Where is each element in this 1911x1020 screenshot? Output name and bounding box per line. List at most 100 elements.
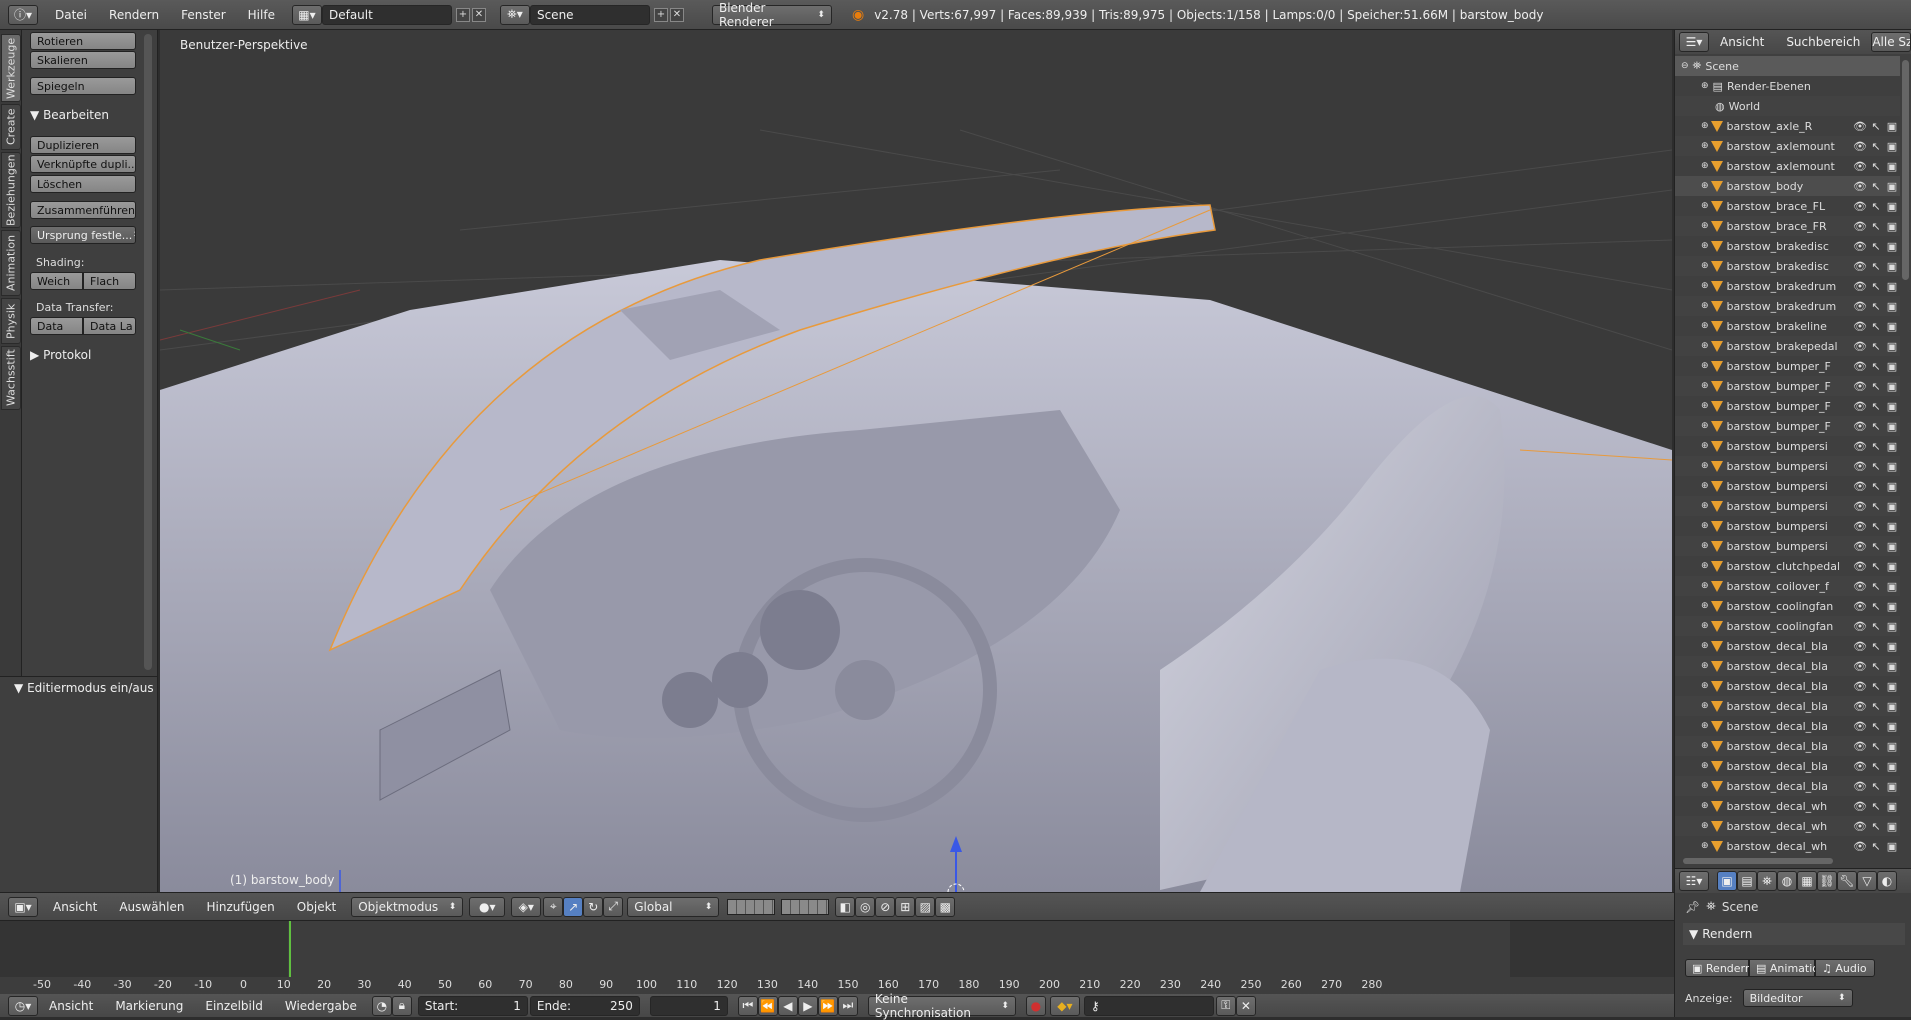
visibility-eye-icon[interactable]: 👁︎ [1852, 120, 1868, 133]
render-camera-icon[interactable]: ▣ [1884, 560, 1900, 573]
outliner-editor-icon[interactable]: ☰▾ [1679, 32, 1709, 52]
expand-icon[interactable]: ⊕ [1701, 221, 1709, 231]
expand-icon[interactable]: ⊕ [1701, 601, 1709, 611]
expand-icon[interactable]: ⊕ [1701, 561, 1709, 571]
outliner-scrollbar[interactable] [1902, 60, 1909, 280]
render-camera-icon[interactable]: ▣ [1884, 140, 1900, 153]
selectability-cursor-icon[interactable]: ↖ [1868, 800, 1884, 813]
outliner-object-row[interactable]: ⊕ barstow_decal_bla 👁︎ ↖ ▣ [1675, 676, 1900, 696]
translate-manipulator-icon[interactable]: ↗ [563, 896, 584, 917]
jump-end-icon[interactable]: ⏭ [837, 995, 858, 1016]
render-camera-icon[interactable]: ▣ [1884, 680, 1900, 693]
visibility-eye-icon[interactable]: 👁︎ [1852, 380, 1868, 393]
outliner-object-row[interactable]: ⊕ barstow_decal_wh 👁︎ ↖ ▣ [1675, 796, 1900, 816]
scale-manipulator-icon[interactable]: ⤢ [603, 896, 624, 917]
pivot-select[interactable]: ◈▾ [511, 896, 542, 917]
outliner-object-row[interactable]: ⊕ barstow_decal_bla 👁︎ ↖ ▣ [1675, 656, 1900, 676]
current-frame-field[interactable]: 1 [649, 995, 728, 1016]
delete-keyframe-icon[interactable]: ✕ [1235, 995, 1256, 1016]
visibility-eye-icon[interactable]: 👁︎ [1852, 700, 1868, 713]
visibility-eye-icon[interactable]: 👁︎ [1852, 240, 1868, 253]
expand-icon[interactable]: ⊕ [1701, 341, 1709, 351]
visibility-eye-icon[interactable]: 👁︎ [1852, 320, 1868, 333]
render-camera-icon[interactable]: ▣ [1884, 420, 1900, 433]
data-context-icon[interactable]: ▽ [1857, 871, 1877, 891]
outliner-hscrollbar[interactable] [1683, 858, 1833, 864]
pin-icon[interactable]: 📌︎ [1685, 900, 1700, 914]
visibility-eye-icon[interactable]: 👁︎ [1852, 620, 1868, 633]
mirror-button[interactable]: Spiegeln [30, 77, 136, 95]
menu-select[interactable]: Auswählen [108, 900, 195, 914]
shading-flat-button[interactable]: Flach [83, 272, 136, 290]
delete-button[interactable]: Löschen [30, 175, 136, 193]
tab-wachsstift[interactable]: Wachsstift [1, 346, 21, 410]
selectability-cursor-icon[interactable]: ↖ [1868, 640, 1884, 653]
material-context-icon[interactable]: ◐ [1877, 871, 1897, 891]
snap-element-icon[interactable]: ⊞ [895, 896, 916, 917]
outliner-object-row[interactable]: ⊕ barstow_bumper_F 👁︎ ↖ ▣ [1675, 416, 1900, 436]
selectability-cursor-icon[interactable]: ↖ [1868, 660, 1884, 673]
visibility-eye-icon[interactable]: 👁︎ [1852, 260, 1868, 273]
selectability-cursor-icon[interactable]: ↖ [1868, 400, 1884, 413]
visibility-eye-icon[interactable]: 👁︎ [1852, 500, 1868, 513]
expand-icon[interactable]: ⊕ [1701, 481, 1709, 491]
visibility-eye-icon[interactable]: 👁︎ [1852, 360, 1868, 373]
menu-object[interactable]: Objekt [286, 900, 347, 914]
selectability-cursor-icon[interactable]: ↖ [1868, 700, 1884, 713]
render-audio-button[interactable]: ♫ Audio [1815, 959, 1875, 977]
visibility-eye-icon[interactable]: 👁︎ [1852, 660, 1868, 673]
render-camera-icon[interactable]: ▣ [1884, 200, 1900, 213]
outliner-object-row[interactable]: ⊕ barstow_body 👁︎ ↖ ▣ [1675, 176, 1900, 196]
object-context-icon[interactable]: ▦ [1797, 871, 1817, 891]
manipulator-toggle-icon[interactable]: ⌖ [543, 896, 564, 917]
selectability-cursor-icon[interactable]: ↖ [1868, 620, 1884, 633]
lock-camera-icon[interactable]: ◧ [835, 896, 856, 917]
selectability-cursor-icon[interactable]: ↖ [1868, 500, 1884, 513]
outliner-world-row[interactable]: ◍ World [1675, 96, 1900, 116]
visibility-eye-icon[interactable]: 👁︎ [1852, 600, 1868, 613]
visibility-eye-icon[interactable]: 👁︎ [1852, 200, 1868, 213]
data-transfer-button[interactable]: Data [30, 317, 83, 335]
join-button[interactable]: Zusammenführen [30, 201, 136, 219]
add-scene-icon[interactable]: + [653, 7, 668, 22]
selectability-cursor-icon[interactable]: ↖ [1868, 120, 1884, 133]
render-image-button[interactable]: ▣ Rendern [1685, 959, 1752, 977]
menu-hilfe[interactable]: Hilfe [237, 8, 286, 22]
properties-editor-icon[interactable]: ☷▾ [1679, 871, 1709, 891]
expand-icon[interactable]: ⊕ [1701, 81, 1709, 91]
history-panel-header[interactable]: ▶ Protokol [30, 348, 91, 362]
snap-toggle-icon[interactable]: ⊘ [875, 896, 896, 917]
modifiers-context-icon[interactable]: 🔧︎ [1837, 871, 1857, 891]
opengl-anim-icon[interactable]: ▩ [935, 896, 956, 917]
tab-beziehungen[interactable]: Beziehungen [1, 152, 21, 228]
menu-tl-view[interactable]: Ansicht [38, 999, 104, 1013]
visibility-eye-icon[interactable]: 👁︎ [1852, 760, 1868, 773]
visibility-eye-icon[interactable]: 👁︎ [1852, 780, 1868, 793]
outliner-object-row[interactable]: ⊕ barstow_brakedrum 👁︎ ↖ ▣ [1675, 296, 1900, 316]
selectability-cursor-icon[interactable]: ↖ [1868, 140, 1884, 153]
outliner-object-row[interactable]: ⊕ barstow_brakepedal 👁︎ ↖ ▣ [1675, 336, 1900, 356]
outliner-object-row[interactable]: ⊕ barstow_decal_bla 👁︎ ↖ ▣ [1675, 716, 1900, 736]
visibility-eye-icon[interactable]: 👁︎ [1852, 300, 1868, 313]
outliner-object-row[interactable]: ⊕ barstow_bumpersi 👁︎ ↖ ▣ [1675, 496, 1900, 516]
outliner-object-row[interactable]: ⊕ barstow_bumpersi 👁︎ ↖ ▣ [1675, 516, 1900, 536]
keying-set-field[interactable]: ⚷ [1083, 995, 1214, 1016]
expand-icon[interactable]: ⊕ [1701, 701, 1709, 711]
outliner-scene-row[interactable]: ⊖ ⛯ Scene [1675, 56, 1900, 76]
render-camera-icon[interactable]: ▣ [1884, 740, 1900, 753]
menu-tl-marker[interactable]: Markierung [104, 999, 194, 1013]
rotate-manipulator-icon[interactable]: ↻ [583, 896, 604, 917]
outliner-object-row[interactable]: ⊕ barstow_brakedrum 👁︎ ↖ ▣ [1675, 276, 1900, 296]
current-frame-line[interactable] [289, 921, 291, 977]
expand-icon[interactable]: ⊕ [1701, 461, 1709, 471]
render-camera-icon[interactable]: ▣ [1884, 700, 1900, 713]
outliner-object-row[interactable]: ⊕ barstow_bumper_F 👁︎ ↖ ▣ [1675, 376, 1900, 396]
outliner-object-row[interactable]: ⊕ barstow_coolingfan 👁︎ ↖ ▣ [1675, 596, 1900, 616]
render-animation-button[interactable]: ▤ Animatio [1749, 959, 1819, 977]
expand-icon[interactable]: ⊕ [1701, 761, 1709, 771]
outliner-object-row[interactable]: ⊕ barstow_clutchpedal 👁︎ ↖ ▣ [1675, 556, 1900, 576]
expand-icon[interactable]: ⊕ [1701, 201, 1709, 211]
visibility-eye-icon[interactable]: 👁︎ [1852, 820, 1868, 833]
render-camera-icon[interactable]: ▣ [1884, 300, 1900, 313]
play-reverse-icon[interactable]: ◀ [777, 995, 798, 1016]
